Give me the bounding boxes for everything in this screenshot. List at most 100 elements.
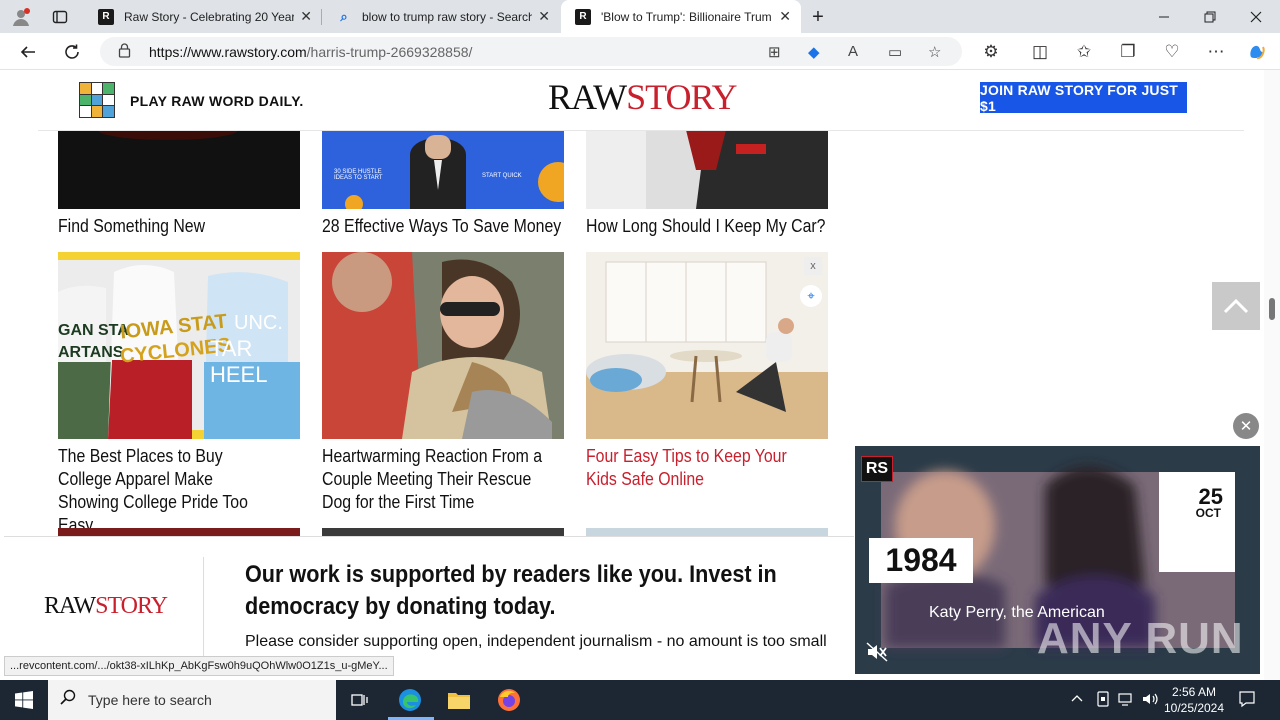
browser-essentials-icon[interactable]: ♡ (1160, 40, 1184, 64)
lock-icon[interactable] (118, 43, 131, 61)
article-caption[interactable]: 28 Effective Ways To Save Money (322, 215, 568, 238)
raw-word-game-icon[interactable] (79, 82, 115, 118)
video-date-card: 25 OCT (1159, 472, 1235, 572)
app-grid-icon[interactable]: ⊞ (768, 43, 781, 61)
collections-icon[interactable]: ❐ (1116, 40, 1140, 64)
ad-close-button[interactable]: x (804, 257, 822, 275)
scroll-to-top-button[interactable] (1212, 282, 1260, 330)
article-thumb-college-apparel[interactable]: GAN STA ARTANS IOWA STAT CYCLONES UNC. T… (58, 252, 300, 439)
article-thumb-keep-car[interactable] (586, 130, 828, 209)
date-month: OCT (1195, 506, 1221, 520)
article-thumb-find-new[interactable] (58, 120, 300, 209)
start-button[interactable] (0, 680, 48, 720)
taskbar-search[interactable]: Type here to search (48, 680, 336, 720)
read-aloud-icon[interactable]: A (848, 43, 858, 60)
anyrun-watermark: ANY RUN (1037, 614, 1244, 663)
close-tab-icon[interactable]: ✕ (538, 8, 550, 25)
immersive-reader-icon[interactable]: ▭ (888, 43, 902, 61)
article-thumb-rescue-dog[interactable] (322, 252, 564, 439)
article-caption[interactable]: Four Easy Tips to Keep Your Kids Safe On… (586, 445, 815, 491)
restore-icon[interactable] (1199, 6, 1221, 28)
task-view-icon[interactable] (346, 686, 374, 714)
rawstory-logo[interactable]: RAWSTORY (548, 76, 738, 118)
video-close-button[interactable]: ✕ (1233, 413, 1259, 439)
notification-icon[interactable] (1238, 690, 1256, 711)
site-header: PLAY RAW WORD DAILY. RAWSTORY JOIN RAW S… (38, 70, 1244, 131)
search-placeholder: Type here to search (88, 692, 212, 708)
join-button[interactable]: JOIN RAW STORY FOR JUST $1 (980, 82, 1187, 114)
article-caption[interactable]: The Best Places to Buy College Apparel M… (58, 445, 269, 537)
tab-strip: R Raw Story - Celebrating 20 Years ✕ ⌕ b… (0, 0, 1280, 33)
thumb-text: TAR HEEL (210, 336, 268, 387)
thumb-text: GAN STA (58, 322, 129, 339)
tab-title: blow to trump raw story - Search (362, 9, 532, 24)
tab-search[interactable]: ⌕ blow to trump raw story - Search ✕ (322, 0, 560, 33)
network-icon[interactable] (1118, 691, 1136, 710)
clock-date: 10/25/2024 (1163, 701, 1225, 715)
thumb-text: ARTANS (58, 344, 124, 361)
profile-avatar-icon[interactable] (10, 6, 32, 28)
scrollbar-thumb[interactable] (1269, 298, 1275, 320)
network-device-icon[interactable] (1096, 691, 1110, 710)
url-bar[interactable]: https://www.rawstory.com/harris-trump-26… (100, 37, 962, 66)
windows-taskbar: Type here to search 2:56 AM 10/25/2024 (0, 680, 1280, 720)
close-tab-icon[interactable]: ✕ (779, 8, 791, 25)
tab-title: Raw Story - Celebrating 20 Years (124, 9, 294, 24)
logo-raw: RAW (548, 77, 627, 117)
rawstory-logo-small: RAWSTORY (44, 593, 168, 620)
support-headline: Our work is supported by readers like yo… (245, 561, 777, 620)
article-thumb-save-money[interactable]: 30 SIDE HUSTLE IDEAS TO START START QUIC… (322, 130, 564, 209)
copilot-icon[interactable] (1245, 40, 1269, 64)
close-tab-icon[interactable]: ✕ (300, 8, 312, 25)
article-caption[interactable]: Heartwarming Reaction From a Couple Meet… (322, 445, 551, 514)
tab-rawstory-home[interactable]: R Raw Story - Celebrating 20 Years ✕ (84, 0, 322, 33)
firefox-icon[interactable] (495, 686, 523, 714)
favorites-icon[interactable]: ✩ (1072, 40, 1096, 64)
tab-actions-icon[interactable] (49, 6, 71, 28)
url-domain: https://www.rawstory.com (149, 44, 307, 60)
visual-search-icon[interactable]: ⌖ (800, 285, 822, 307)
rawstory-favicon: R (575, 8, 591, 25)
clock-time: 2:56 AM (1171, 685, 1217, 699)
address-toolbar: https://www.rawstory.com/harris-trump-26… (0, 33, 1280, 70)
article-thumb-partial[interactable] (322, 528, 564, 536)
show-hidden-icons[interactable] (1071, 691, 1083, 706)
extensions-icon[interactable]: ⚙ (979, 40, 1003, 64)
logo-raw: RAW (44, 593, 96, 619)
split-screen-icon[interactable]: ◫ (1028, 40, 1052, 64)
tab-article-active[interactable]: R 'Blow to Trump': Billionaire Trump ✕ (561, 0, 801, 33)
search-icon (60, 689, 76, 710)
file-explorer-icon[interactable] (445, 686, 473, 714)
floating-video-player[interactable]: RS 25 OCT 1984 Katy Perry, the American … (855, 446, 1260, 674)
article-caption[interactable]: How Long Should I Keep My Car? (586, 215, 832, 238)
new-tab-button[interactable]: + (807, 6, 829, 28)
tab-title: 'Blow to Trump': Billionaire Trump (601, 9, 771, 24)
close-window-icon[interactable] (1245, 6, 1267, 28)
mute-icon[interactable] (863, 638, 891, 666)
raw-word-link[interactable]: PLAY RAW WORD DAILY. (130, 93, 304, 109)
edge-browser-icon[interactable] (396, 686, 424, 714)
logo-story: STORY (626, 77, 737, 117)
back-arrow-icon[interactable] (16, 40, 40, 64)
refresh-icon[interactable] (60, 40, 84, 64)
page-scrollbar[interactable] (1264, 70, 1280, 680)
logo-story: STORY (95, 593, 168, 619)
favorite-star-icon[interactable]: ☆ (928, 43, 941, 61)
thumb-text: UNC. (234, 312, 283, 334)
article-thumb-partial[interactable] (58, 528, 300, 536)
more-options-icon[interactable]: ⋯ (1204, 40, 1228, 64)
video-year-label: 1984 (869, 538, 973, 583)
shopping-tag-icon[interactable]: ◆ (808, 43, 820, 61)
volume-icon[interactable] (1142, 691, 1160, 710)
article-thumb-partial[interactable] (586, 528, 828, 536)
search-icon: ⌕ (340, 8, 348, 24)
status-bar-url: ...revcontent.com/.../okt38-xILhKp_AbKgF… (4, 656, 394, 676)
article-caption[interactable]: Find Something New (58, 215, 304, 238)
url-text[interactable]: https://www.rawstory.com/harris-trump-26… (149, 44, 472, 60)
rawstory-favicon: R (98, 8, 114, 25)
web-page: PLAY RAW WORD DAILY. RAWSTORY JOIN RAW S… (0, 70, 1280, 680)
rawstory-badge-icon: RS (861, 456, 893, 482)
minimize-icon[interactable] (1153, 6, 1175, 28)
article-thumb-kids-safe[interactable] (586, 252, 828, 439)
system-clock[interactable]: 2:56 AM 10/25/2024 (1160, 684, 1228, 716)
